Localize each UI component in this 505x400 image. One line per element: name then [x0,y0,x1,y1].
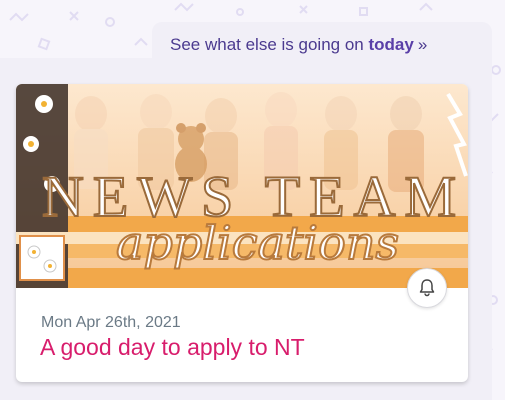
chevron-right-icon: » [417,35,428,54]
see-more-today: today [368,35,414,54]
post-title[interactable]: A good day to apply to NT [40,334,305,361]
banner-script-text: applications [116,216,399,270]
see-whats-going-on-link[interactable]: See what else is going on today» [152,22,492,68]
bell-icon [419,279,435,297]
see-more-text: See what else is going on [170,35,364,54]
notification-bell-button[interactable] [407,268,447,308]
news-card[interactable]: NEWS TEAM applications Mon Apr 26th, 202… [16,84,468,382]
news-banner-image[interactable]: NEWS TEAM applications [16,84,468,288]
post-date: Mon Apr 26th, 2021 [41,314,181,331]
